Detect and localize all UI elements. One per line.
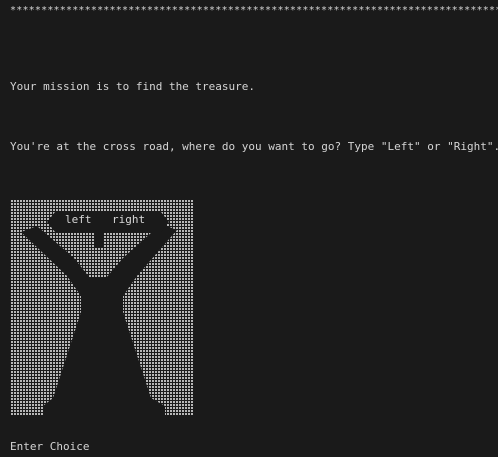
sign-label-right: right	[110, 213, 148, 226]
crossroad-ascii-art: left right	[11, 200, 193, 415]
input-prompt[interactable]: Enter Choice	[10, 440, 89, 454]
signpost-pole	[94, 212, 104, 248]
crossroad-road-shape	[21, 212, 177, 415]
terminal-window[interactable]: ****************************************…	[0, 0, 498, 457]
crossroad-question: You're at the cross road, where do you w…	[10, 140, 498, 153]
mission-text: Your mission is to find the treasure.	[10, 80, 256, 93]
sign-label-left: left	[63, 213, 94, 226]
sign-arrow-left	[47, 212, 55, 232]
road-silhouette	[21, 224, 177, 415]
asterisk-divider: ****************************************…	[10, 5, 498, 16]
